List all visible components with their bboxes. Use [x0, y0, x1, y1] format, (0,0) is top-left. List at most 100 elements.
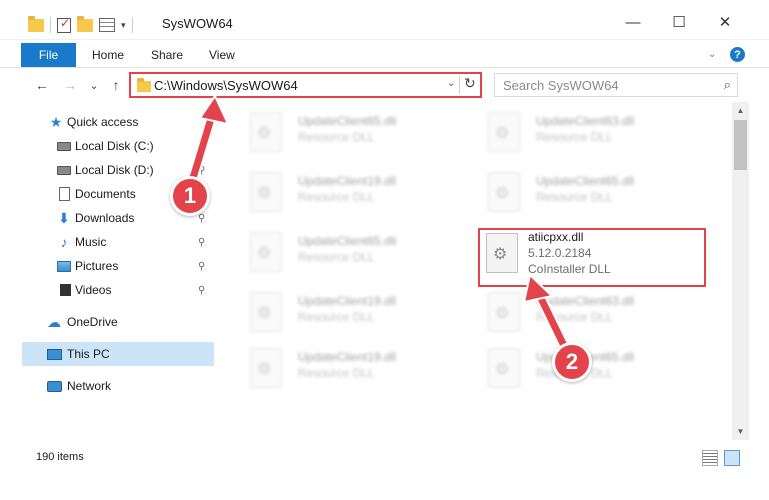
- drive-icon: [56, 162, 72, 178]
- help-icon[interactable]: ?: [730, 47, 745, 62]
- dll-file-icon: [488, 292, 520, 332]
- recent-locations-button[interactable]: ⌄: [84, 75, 104, 95]
- sidebar-item-label: Pictures: [75, 259, 119, 273]
- file-name: UpdateClient65.dll: [298, 114, 397, 128]
- minimize-button[interactable]: —: [610, 8, 656, 36]
- tab-view[interactable]: View: [209, 43, 235, 67]
- ribbon: File Home Share View ⌄ ?: [0, 40, 769, 68]
- close-button[interactable]: ✕: [702, 8, 748, 36]
- details-view-icon[interactable]: [702, 450, 718, 466]
- dll-file-icon: [488, 112, 520, 152]
- window-title: SysWOW64: [162, 16, 233, 31]
- sidebar-item-label: Local Disk (D:): [75, 163, 154, 177]
- title-bar: ▾ SysWOW64 — ☐ ✕: [0, 0, 769, 40]
- vertical-scrollbar[interactable]: ▲ ▼: [732, 102, 749, 440]
- new-folder-icon[interactable]: [77, 15, 93, 32]
- dll-file-icon: [250, 292, 282, 332]
- sidebar-item-label: Music: [75, 235, 107, 249]
- dll-file-icon: [250, 232, 282, 272]
- pin-icon[interactable]: ⚲: [198, 165, 205, 176]
- pictures-icon: [56, 258, 72, 274]
- scroll-thumb[interactable]: [734, 120, 747, 170]
- expand-ribbon-icon[interactable]: ⌄: [708, 49, 716, 60]
- forward-button[interactable]: →: [60, 75, 80, 95]
- sidebar-item-onedrive[interactable]: ☁ OneDrive: [0, 310, 214, 334]
- file-type: Resource DLL: [536, 130, 613, 144]
- sidebar-item-label: OneDrive: [67, 315, 118, 329]
- videos-icon: [56, 282, 72, 298]
- back-button[interactable]: ←: [32, 75, 52, 95]
- navigation-pane: ★ Quick access Local Disk (C:) ⚲ Local D…: [0, 102, 224, 440]
- list-item[interactable]: UpdateClient63.dll Resource DLL: [472, 288, 702, 342]
- list-item[interactable]: UpdateClient19.dll Resource DLL: [234, 344, 464, 398]
- scroll-down-icon[interactable]: ▼: [732, 423, 749, 440]
- this-pc-icon: [46, 346, 62, 362]
- file-name: UpdateClient19.dll: [298, 350, 397, 364]
- search-input[interactable]: Search SysWOW64 ⌕: [494, 73, 738, 97]
- list-item[interactable]: UpdateClient19.dll Resource DLL: [234, 288, 464, 342]
- tab-home[interactable]: Home: [92, 43, 124, 67]
- music-icon: ♪: [60, 234, 68, 250]
- sidebar-item-pictures[interactable]: Pictures ⚲: [0, 254, 214, 278]
- list-item-atiicpxx[interactable]: atiicpxx.dll 5.12.0.2184 CoInstaller DLL: [478, 228, 706, 287]
- pin-icon[interactable]: ⚲: [198, 141, 205, 152]
- tiles-view-icon[interactable]: [724, 450, 740, 466]
- sidebar-item-music[interactable]: ♪ Music ⚲: [0, 230, 214, 254]
- sidebar-item-videos[interactable]: Videos ⚲: [0, 278, 214, 302]
- properties-icon[interactable]: [99, 18, 115, 32]
- sidebar-item-label: Videos: [75, 283, 112, 297]
- sidebar-item-label: Downloads: [75, 211, 135, 225]
- drive-icon: [56, 138, 72, 154]
- dll-file-icon: [488, 348, 520, 388]
- tab-share[interactable]: Share: [151, 43, 183, 67]
- sidebar-item-network[interactable]: Network: [0, 374, 214, 398]
- refresh-icon[interactable]: ↻: [464, 75, 476, 92]
- sidebar-item-this-pc[interactable]: This PC: [22, 342, 214, 366]
- up-button[interactable]: ↑: [106, 75, 126, 95]
- onedrive-icon: ☁: [47, 313, 61, 330]
- status-bar: 190 items: [0, 446, 769, 470]
- folder-icon: [28, 15, 44, 32]
- customize-toolbar-icon[interactable]: ▾: [121, 20, 126, 31]
- quick-access-toolbar: ▾: [28, 15, 133, 35]
- dll-file-icon: [250, 348, 282, 388]
- address-dropdown-icon[interactable]: ⌄: [447, 78, 455, 89]
- file-type: Resource DLL: [298, 366, 375, 380]
- maximize-button[interactable]: ☐: [656, 8, 702, 36]
- file-type: Resource DLL: [298, 250, 375, 264]
- pin-icon[interactable]: ⚲: [198, 261, 205, 272]
- file-name: UpdateClient63.dll: [536, 294, 635, 308]
- sidebar-item-quick-access[interactable]: ★ Quick access: [0, 110, 214, 134]
- sidebar-item-local-disk-c[interactable]: Local Disk (C:) ⚲: [0, 134, 214, 158]
- dll-file-icon: [488, 172, 520, 212]
- search-icon[interactable]: ⌕: [724, 77, 731, 93]
- list-item[interactable]: UpdateClient19.dll Resource DLL: [234, 168, 464, 222]
- file-type: Resource DLL: [298, 130, 375, 144]
- scroll-up-icon[interactable]: ▲: [732, 102, 749, 119]
- star-icon: ★: [49, 113, 63, 130]
- list-item[interactable]: UpdateClient65.dll Resource DLL: [234, 108, 464, 162]
- pin-icon[interactable]: ⚲: [198, 285, 205, 296]
- address-divider: [459, 76, 460, 94]
- list-item[interactable]: UpdateClient65.dll Resource DLL: [234, 228, 464, 282]
- file-type: Resource DLL: [298, 190, 375, 204]
- documents-icon: [56, 186, 72, 202]
- properties-check-icon[interactable]: [57, 16, 71, 33]
- sidebar-item-label: Quick access: [67, 115, 139, 129]
- file-type: Resource DLL: [536, 190, 613, 204]
- tab-file[interactable]: File: [21, 43, 76, 67]
- dll-file-icon: [250, 172, 282, 212]
- list-item[interactable]: UpdateClient63.dll Resource DLL: [472, 108, 702, 162]
- dll-file-icon: [250, 112, 282, 152]
- address-path[interactable]: C:\Windows\SysWOW64: [154, 78, 298, 93]
- file-name: UpdateClient63.dll: [536, 114, 635, 128]
- list-item[interactable]: UpdateClient65.dll Resource DLL: [472, 168, 702, 222]
- file-name: UpdateClient65.dll: [298, 234, 397, 248]
- file-type: Resource DLL: [298, 310, 375, 324]
- pin-icon[interactable]: ⚲: [198, 237, 205, 248]
- address-bar[interactable]: C:\Windows\SysWOW64 ⌄ ↻: [129, 72, 482, 98]
- downloads-icon: ⬇: [58, 209, 70, 226]
- search-placeholder: Search SysWOW64: [503, 78, 619, 93]
- pin-icon[interactable]: ⚲: [198, 213, 205, 224]
- toolbar-divider: [50, 17, 51, 33]
